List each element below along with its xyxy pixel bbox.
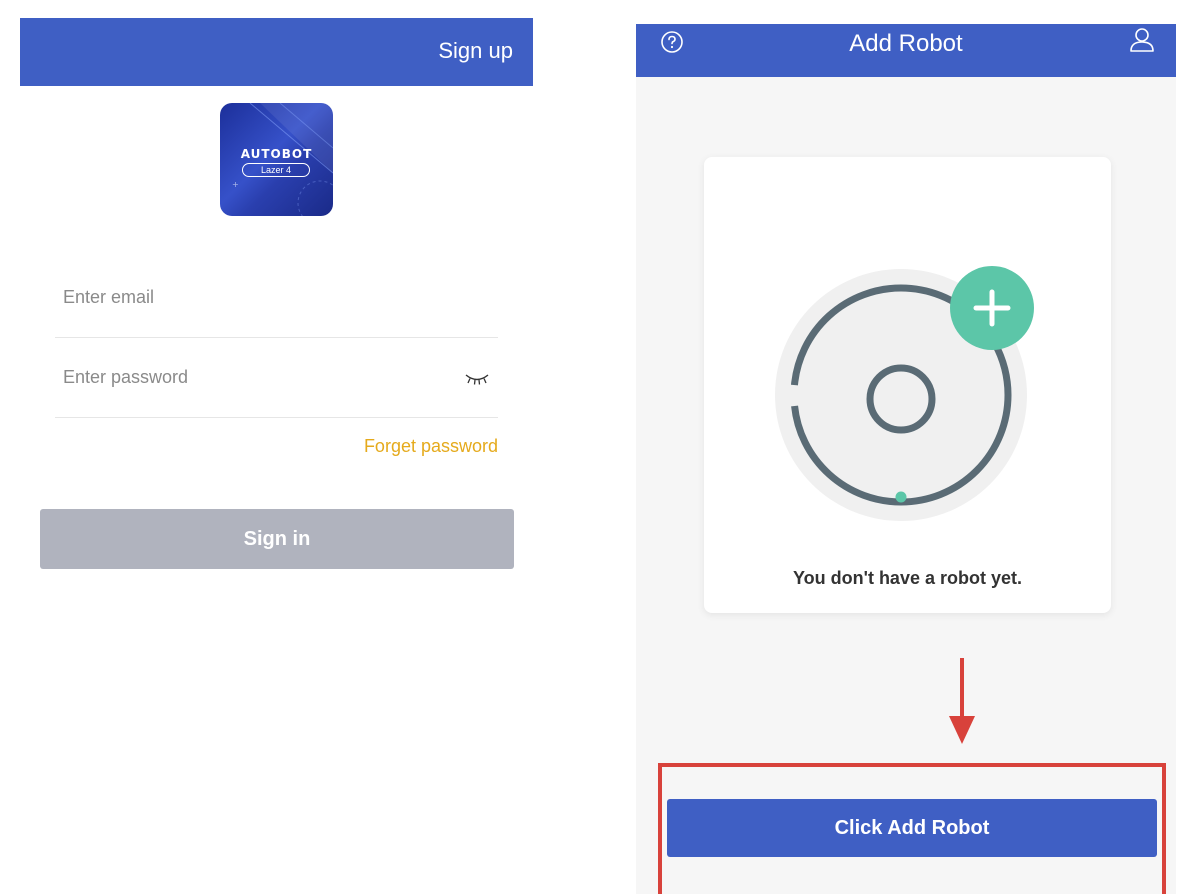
forget-password-link[interactable]: Forget password	[364, 436, 498, 457]
robot-illustration	[775, 266, 1034, 521]
empty-robot-message: You don't have a robot yet.	[793, 568, 1022, 588]
eye-closed-icon[interactable]	[464, 372, 490, 386]
password-input[interactable]	[61, 338, 451, 416]
robot-indicator-dot	[895, 491, 907, 503]
password-field-row	[55, 338, 498, 418]
signin-button[interactable]: Sign in	[40, 509, 514, 569]
login-screen: Sign up + AUTOBOT Lazer 4 Forget passwor…	[20, 18, 533, 638]
arrow-down-icon	[949, 658, 975, 744]
plus-icon[interactable]	[950, 266, 1034, 350]
add-robot-header: Add Robot	[636, 24, 1176, 77]
logo-model-text: Lazer 4	[242, 163, 310, 177]
user-icon[interactable]	[1128, 26, 1156, 54]
empty-robot-card: You don't have a robot yet.	[704, 157, 1111, 613]
page-title: Add Robot	[849, 30, 963, 57]
login-header: Sign up	[20, 18, 533, 86]
signup-link[interactable]: Sign up	[438, 38, 513, 64]
email-field-row	[55, 258, 498, 338]
logo-brand-text: AUTOBOT	[240, 147, 313, 161]
add-robot-screen: Add Robot You don't have a robot yet. Cl…	[636, 24, 1176, 894]
app-logo: + AUTOBOT Lazer 4	[220, 103, 333, 216]
svg-text:+: +	[232, 180, 239, 189]
add-robot-button[interactable]: Click Add Robot	[667, 799, 1157, 857]
email-input[interactable]	[61, 258, 451, 336]
